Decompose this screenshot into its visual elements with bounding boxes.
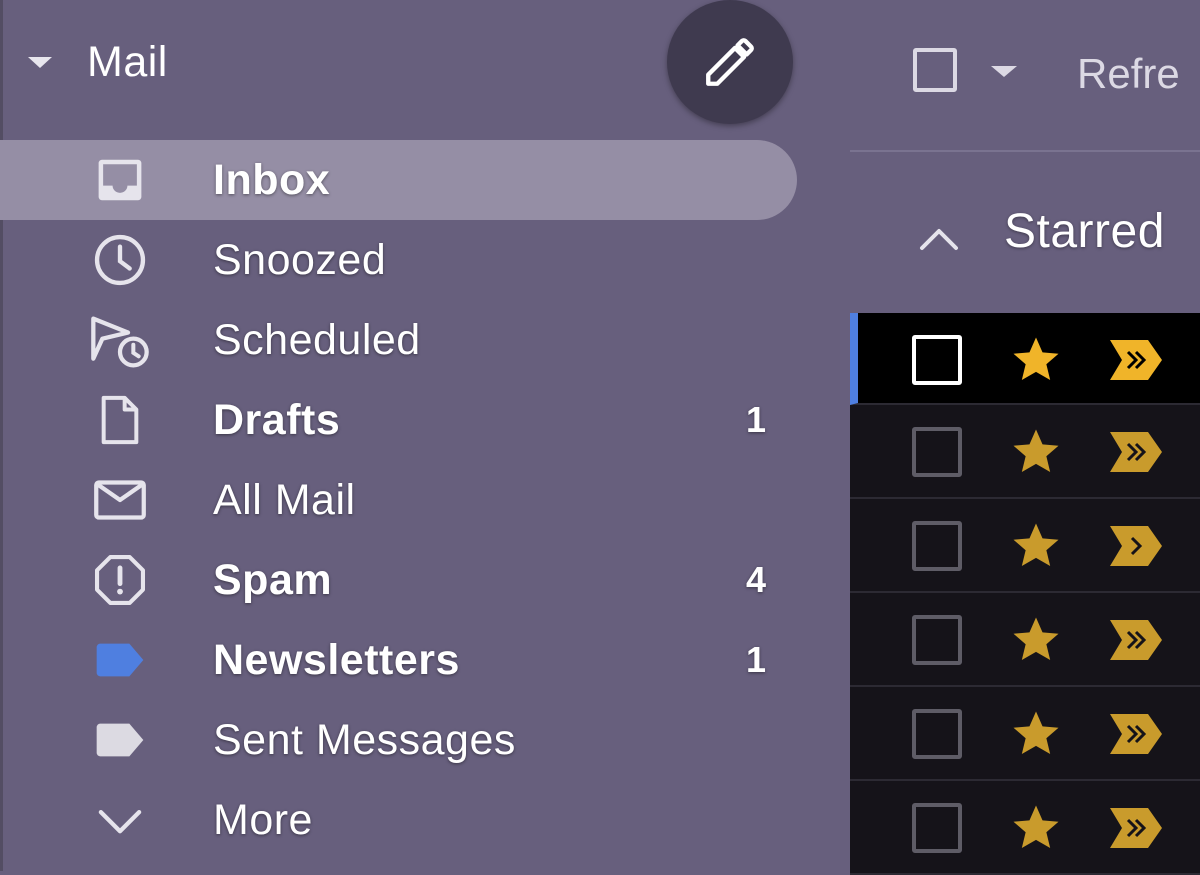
sidebar-item-label: Snoozed	[213, 235, 387, 284]
sidebar-item-label: Drafts	[213, 395, 341, 444]
message-row[interactable]	[850, 687, 1200, 781]
message-row[interactable]	[850, 405, 1200, 499]
compose-button[interactable]	[667, 0, 793, 124]
row-checkbox[interactable]	[912, 709, 962, 759]
spam-icon	[88, 548, 152, 612]
importance-icon[interactable]	[1108, 524, 1164, 568]
message-list-pane: Refre Starred	[850, 0, 1200, 875]
clock-icon	[88, 228, 152, 292]
section-title: Starred	[1004, 205, 1165, 258]
importance-icon[interactable]	[1108, 618, 1164, 662]
sidebar-item-spam[interactable]: Spam 4	[0, 540, 850, 620]
sidebar-item-label: Inbox	[213, 155, 331, 204]
message-rows	[850, 313, 1200, 875]
message-row[interactable]	[850, 593, 1200, 687]
unread-count: 1	[746, 639, 767, 680]
sidebar-item-inbox[interactable]: Inbox	[0, 140, 797, 220]
select-all-checkbox[interactable]	[913, 48, 957, 92]
importance-icon[interactable]	[1108, 338, 1164, 382]
mail-section-header[interactable]: Mail	[28, 34, 168, 90]
toolbar: Refre	[850, 0, 1200, 152]
caret-down-icon[interactable]	[991, 66, 1017, 77]
sidebar-item-newsletters[interactable]: Newsletters 1	[0, 620, 850, 700]
chevron-down-icon	[88, 788, 152, 852]
star-icon[interactable]	[1008, 613, 1064, 667]
sidebar: Mail Inbox Snoozed Scheduled Drafts 1 Al…	[0, 0, 850, 871]
sidebar-item-label: Sent Messages	[213, 715, 516, 764]
star-icon[interactable]	[1008, 801, 1064, 855]
scheduled-send-icon	[88, 308, 152, 372]
star-icon[interactable]	[1008, 333, 1064, 387]
importance-icon[interactable]	[1108, 806, 1164, 850]
row-checkbox[interactable]	[912, 615, 962, 665]
sidebar-item-snoozed[interactable]: Snoozed	[0, 220, 850, 300]
sidebar-nav: Inbox Snoozed Scheduled Drafts 1 All Mai…	[0, 140, 850, 860]
star-icon[interactable]	[1008, 707, 1064, 761]
message-row[interactable]	[850, 499, 1200, 593]
caret-down-icon[interactable]	[28, 56, 52, 68]
envelope-icon	[88, 468, 152, 532]
sidebar-item-drafts[interactable]: Drafts 1	[0, 380, 850, 460]
star-icon[interactable]	[1008, 519, 1064, 573]
sidebar-item-label: More	[213, 795, 313, 844]
label-icon	[88, 708, 152, 772]
inbox-icon	[88, 148, 152, 212]
message-row[interactable]	[850, 781, 1200, 875]
sidebar-item-all-mail[interactable]: All Mail	[0, 460, 850, 540]
row-checkbox[interactable]	[912, 335, 962, 385]
unread-count: 4	[746, 559, 767, 600]
mail-title: Mail	[87, 37, 168, 86]
sidebar-item-more[interactable]: More	[0, 780, 850, 860]
row-checkbox[interactable]	[912, 521, 962, 571]
message-row[interactable]	[850, 313, 1200, 405]
chevron-up-icon[interactable]	[919, 227, 959, 251]
sidebar-item-label: All Mail	[213, 475, 356, 524]
sidebar-item-label: Scheduled	[213, 315, 421, 364]
sidebar-item-scheduled[interactable]: Scheduled	[0, 300, 850, 380]
sidebar-item-sent-messages[interactable]: Sent Messages	[0, 700, 850, 780]
sidebar-item-label: Spam	[213, 555, 333, 604]
refresh-button[interactable]: Refre	[1077, 50, 1180, 98]
star-icon[interactable]	[1008, 425, 1064, 479]
pencil-icon	[706, 38, 754, 86]
row-checkbox[interactable]	[912, 427, 962, 477]
draft-icon	[88, 388, 152, 452]
sidebar-item-label: Newsletters	[213, 635, 460, 684]
importance-icon[interactable]	[1108, 712, 1164, 756]
label-icon	[88, 628, 152, 692]
starred-section-header: Starred	[850, 152, 1200, 312]
importance-icon[interactable]	[1108, 430, 1164, 474]
unread-count: 1	[746, 399, 767, 440]
row-checkbox[interactable]	[912, 803, 962, 853]
